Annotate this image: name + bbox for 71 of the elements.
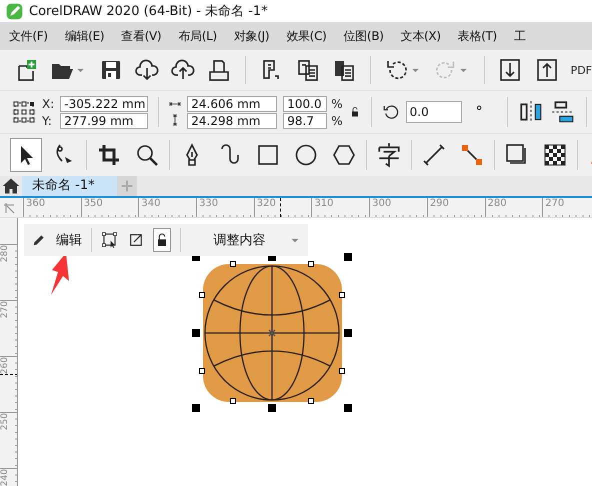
rectangle-icon bbox=[256, 143, 280, 167]
hexagon-icon bbox=[332, 143, 356, 167]
text-tool-icon bbox=[376, 142, 402, 168]
menu-item[interactable]: 文本(X) bbox=[394, 28, 446, 44]
ruler-label: 310 bbox=[314, 198, 334, 210]
ruler-label: 350 bbox=[84, 198, 103, 210]
input-field[interactable]: 100.0 bbox=[283, 96, 328, 112]
dimension-icon bbox=[422, 143, 446, 167]
selected-globe-drawing[interactable] bbox=[192, 253, 352, 412]
arrow-drawing bbox=[51, 253, 69, 295]
ruler-label: 280 bbox=[0, 245, 11, 262]
cursor-marker bbox=[280, 198, 281, 217]
select-frame-icon[interactable] bbox=[100, 230, 119, 250]
tool-button[interactable] bbox=[10, 138, 42, 172]
open-external-icon[interactable] bbox=[128, 231, 144, 249]
ruler-label: 280 bbox=[488, 198, 507, 210]
ruler-label: 270 bbox=[0, 301, 11, 318]
ruler-label: 360 bbox=[26, 198, 46, 210]
input-field[interactable]: 24.298 mm bbox=[187, 112, 278, 128]
publish-pdf-button[interactable]: PDF bbox=[570, 64, 592, 76]
ruler-label: 250 bbox=[0, 413, 11, 430]
menu-item[interactable]: 布局(L) bbox=[172, 28, 222, 44]
edit-pencil-icon bbox=[32, 233, 46, 247]
rotate-icon[interactable] bbox=[382, 103, 400, 121]
input-field[interactable]: 277.99 mm bbox=[60, 112, 148, 128]
degree-label: ° bbox=[476, 104, 483, 120]
ruler-label: 340 bbox=[141, 198, 160, 210]
crop-icon bbox=[97, 143, 121, 167]
drop-shadow-icon bbox=[505, 143, 529, 167]
ruler-label: 330 bbox=[199, 198, 218, 210]
print-icon[interactable] bbox=[207, 57, 232, 83]
cloud-download-icon[interactable] bbox=[135, 57, 160, 83]
menu-item[interactable]: 效果(C) bbox=[280, 28, 332, 44]
input-field[interactable]: 98.7 bbox=[283, 112, 328, 128]
document-tab[interactable]: 未命名 -1* bbox=[22, 176, 117, 196]
menu-item[interactable]: 工 bbox=[508, 28, 531, 44]
menu-item[interactable]: 对象(J) bbox=[228, 28, 274, 44]
object-origin-icon[interactable] bbox=[12, 100, 36, 124]
import-icon[interactable] bbox=[498, 57, 523, 83]
input-field[interactable]: 0.0 bbox=[406, 101, 462, 123]
menu-item[interactable]: 查看(V) bbox=[115, 28, 166, 44]
copy-pages-icon[interactable] bbox=[296, 57, 320, 83]
mirror-vertical-icon[interactable] bbox=[550, 99, 576, 125]
logo-icon bbox=[6, 2, 23, 20]
checkerboard-icon bbox=[543, 143, 567, 167]
window-title: CorelDRAW 2020 (64-Bit) - 未命名 -1* bbox=[29, 3, 268, 20]
ruler-label: 320 bbox=[256, 198, 276, 210]
ruler-label: 240 bbox=[0, 469, 11, 486]
connector-icon bbox=[460, 143, 484, 167]
input-field[interactable]: -305.222 mm bbox=[60, 96, 148, 112]
ruler-label: 270 bbox=[545, 198, 564, 210]
ellipse-icon bbox=[294, 143, 318, 167]
menu-item[interactable]: 文件(F) bbox=[3, 28, 53, 44]
ruler-origin-icon[interactable] bbox=[3, 202, 15, 214]
dropdown[interactable]: 调整内容 bbox=[193, 231, 308, 249]
field-label: % bbox=[331, 112, 343, 128]
lock-button[interactable] bbox=[152, 228, 171, 252]
menu-item[interactable]: 表格(T) bbox=[452, 28, 502, 44]
input-field[interactable]: 24.606 mm bbox=[187, 96, 278, 112]
ruler-label: 290 bbox=[430, 198, 449, 210]
field-label: X: bbox=[42, 96, 54, 112]
field-label: Y: bbox=[42, 112, 53, 128]
ruler-label: 260 bbox=[0, 357, 11, 374]
zoom-icon bbox=[135, 143, 159, 167]
home-icon[interactable] bbox=[2, 177, 20, 195]
export-icon[interactable] bbox=[534, 57, 559, 83]
ruler-label: 300 bbox=[372, 198, 392, 210]
menu-item[interactable]: 编辑(E) bbox=[58, 28, 110, 44]
menu-item[interactable]: 位图(B) bbox=[338, 28, 389, 44]
field-label: % bbox=[331, 96, 343, 112]
edit-button[interactable]: 编辑 bbox=[32, 231, 82, 249]
